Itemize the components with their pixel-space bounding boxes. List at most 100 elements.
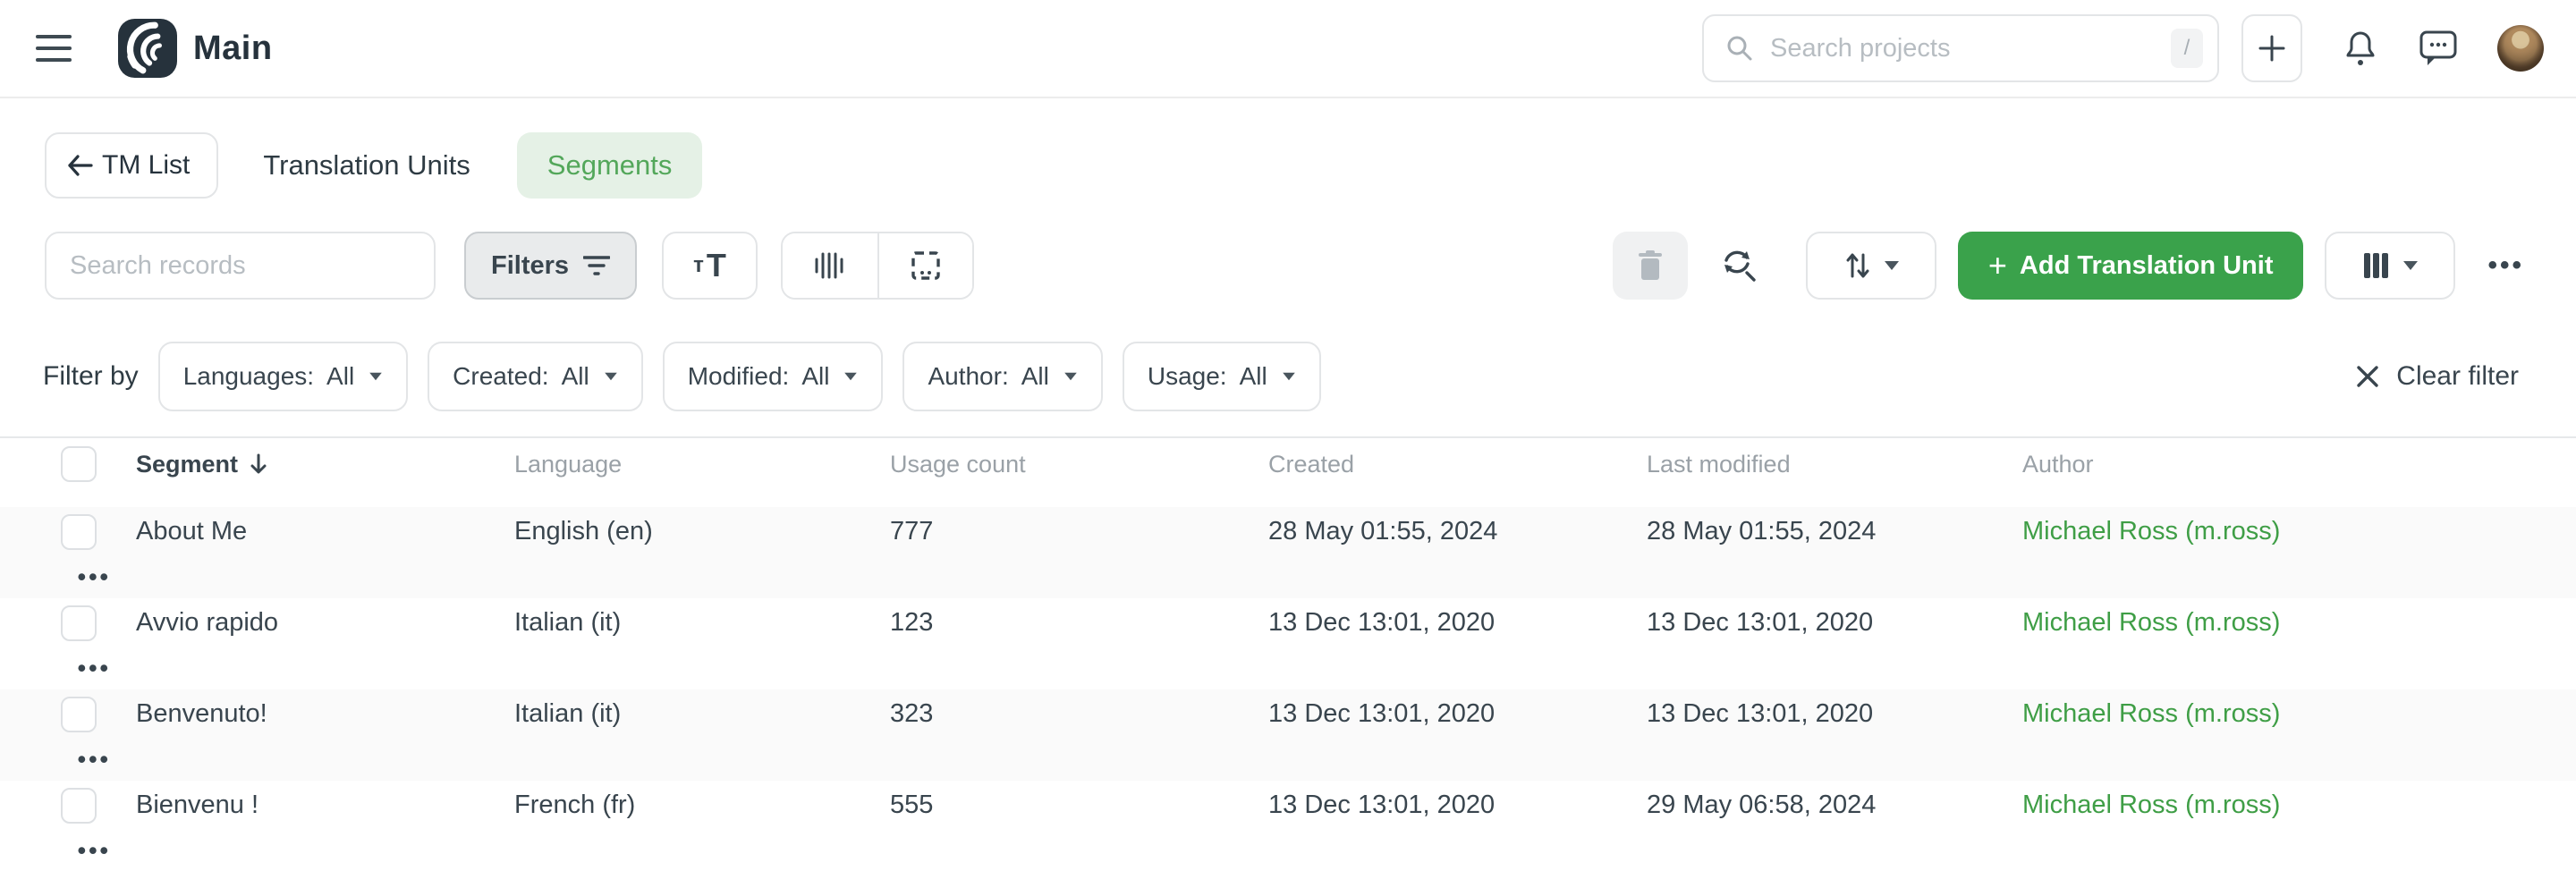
hamburger-menu-icon[interactable]: [36, 35, 72, 62]
column-header-author[interactable]: Author: [2022, 451, 2490, 478]
column-header-segment[interactable]: Segment: [136, 451, 514, 478]
chevron-down-icon: [605, 373, 617, 381]
row-menu-button[interactable]: •••: [61, 563, 136, 591]
filter-pill-usage[interactable]: Usage: All: [1123, 342, 1321, 411]
modified-cell: 29 May 06:58, 2024: [1647, 791, 2022, 820]
column-header-created[interactable]: Created: [1268, 451, 1647, 478]
records-search[interactable]: [45, 232, 436, 300]
column-header-language[interactable]: Language: [514, 451, 890, 478]
chat-icon: [2419, 30, 2458, 67]
filter-pill-languages[interactable]: Languages: All: [158, 342, 408, 411]
language-cell: French (fr): [514, 791, 890, 820]
filter-pill-author[interactable]: Author: All: [902, 342, 1102, 411]
row-checkbox[interactable]: [61, 788, 97, 824]
chevron-down-icon: [369, 373, 382, 381]
created-cell: 13 Dec 13:01, 2020: [1268, 699, 1647, 729]
row-checkbox[interactable]: [61, 605, 97, 641]
row-menu-button[interactable]: •••: [61, 746, 136, 774]
filters-button[interactable]: Filters: [464, 232, 637, 300]
table-row[interactable]: About Me English (en) 777 28 May 01:55, …: [0, 507, 2576, 598]
view-toggle-group: [781, 232, 974, 300]
filter-pill-created[interactable]: Created: All: [428, 342, 643, 411]
segment-cell: About Me: [136, 517, 514, 546]
table-row[interactable]: Avvio rapido Italian (it) 123 13 Dec 13:…: [0, 598, 2576, 689]
tab-segments[interactable]: Segments: [517, 132, 703, 199]
chevron-down-icon: [1064, 373, 1077, 381]
segment-cell: Benvenuto!: [136, 699, 514, 729]
modified-cell: 13 Dec 13:01, 2020: [1647, 608, 2022, 638]
bell-icon: [2342, 29, 2379, 68]
tm-tabs-row: TM List Translation Units Segments: [0, 132, 2576, 199]
chevron-down-icon: [2403, 261, 2418, 270]
language-cell: Italian (it): [514, 608, 890, 638]
feedback-button[interactable]: [2419, 30, 2458, 67]
segment-cell: Avvio rapido: [136, 608, 514, 638]
top-bar: Main /: [0, 0, 2576, 98]
new-project-button[interactable]: [2241, 14, 2302, 82]
notifications-button[interactable]: [2342, 29, 2379, 68]
filter-icon: [583, 254, 610, 277]
whitespace-icon: [813, 252, 847, 279]
clear-filter-button[interactable]: Clear filter: [2355, 361, 2519, 392]
close-icon: [2355, 364, 2380, 389]
tab-translation-units[interactable]: Translation Units: [263, 149, 470, 182]
chevron-down-icon: [1885, 261, 1899, 270]
arrow-left-icon: [66, 154, 93, 177]
add-translation-unit-label: Add Translation Unit: [2020, 251, 2274, 281]
clear-filter-label: Clear filter: [2396, 361, 2519, 392]
app-logo[interactable]: [118, 19, 177, 78]
records-search-input[interactable]: [70, 251, 411, 281]
delete-selected-button[interactable]: [1613, 232, 1688, 300]
usage-count-cell: 777: [890, 517, 1268, 546]
tags-frame-icon: [910, 249, 942, 282]
sort-button[interactable]: [1806, 232, 1936, 300]
author-link[interactable]: Michael Ross (m.ross): [2022, 517, 2280, 545]
language-cell: English (en): [514, 517, 890, 546]
filter-bar: Filter by Languages: All Created: All Mo…: [0, 342, 2576, 411]
language-cell: Italian (it): [514, 699, 890, 729]
table-row[interactable]: Benvenuto! Italian (it) 323 13 Dec 13:01…: [0, 689, 2576, 781]
projects-search[interactable]: /: [1702, 14, 2219, 82]
filter-by-label: Filter by: [43, 361, 139, 392]
chevron-down-icon: [845, 373, 858, 381]
segment-cell: Bienvenu !: [136, 791, 514, 820]
column-header-usage[interactable]: Usage count: [890, 451, 1268, 478]
plus-icon: [2257, 33, 2287, 63]
filter-pill-modified[interactable]: Modified: All: [663, 342, 884, 411]
show-whitespace-button[interactable]: [783, 233, 877, 298]
created-cell: 13 Dec 13:01, 2020: [1268, 608, 1647, 638]
author-link[interactable]: Michael Ross (m.ross): [2022, 791, 2280, 819]
page-title: Main: [193, 30, 273, 68]
back-to-tm-list-button[interactable]: TM List: [45, 132, 218, 199]
row-menu-button[interactable]: •••: [61, 655, 136, 682]
column-header-modified[interactable]: Last modified: [1647, 451, 2022, 478]
created-cell: 28 May 01:55, 2024: [1268, 517, 1647, 546]
table-row[interactable]: Bienvenu ! French (fr) 555 13 Dec 13:01,…: [0, 781, 2576, 871]
shortcut-badge: /: [2171, 29, 2203, 68]
text-size-toggle-button[interactable]: т T: [662, 232, 758, 300]
filters-button-label: Filters: [491, 251, 569, 281]
row-menu-button[interactable]: •••: [61, 837, 136, 865]
projects-search-input[interactable]: [1770, 34, 2171, 63]
user-avatar[interactable]: [2497, 25, 2544, 72]
modified-cell: 13 Dec 13:01, 2020: [1647, 699, 2022, 729]
author-link[interactable]: Michael Ross (m.ross): [2022, 608, 2280, 637]
row-checkbox[interactable]: [61, 697, 97, 732]
search-icon: [1725, 34, 1754, 63]
columns-button[interactable]: [2325, 232, 2455, 300]
created-cell: 13 Dec 13:01, 2020: [1268, 791, 1647, 820]
add-translation-unit-button[interactable]: + Add Translation Unit: [1958, 232, 2304, 300]
find-replace-button[interactable]: [1713, 245, 1763, 286]
chevron-down-icon: [1283, 373, 1295, 381]
author-link[interactable]: Michael Ross (m.ross): [2022, 699, 2280, 728]
columns-icon: [2362, 251, 2391, 280]
replace-icon: [1717, 245, 1758, 286]
usage-count-cell: 323: [890, 699, 1268, 729]
segments-table: Segment Language Usage count Created Las…: [0, 436, 2576, 871]
sort-desc-icon: [249, 453, 268, 475]
more-options-button[interactable]: •••: [2480, 250, 2531, 281]
row-checkbox[interactable]: [61, 514, 97, 550]
back-button-label: TM List: [102, 150, 190, 181]
select-all-checkbox[interactable]: [61, 446, 97, 482]
show-tags-button[interactable]: [877, 233, 972, 298]
